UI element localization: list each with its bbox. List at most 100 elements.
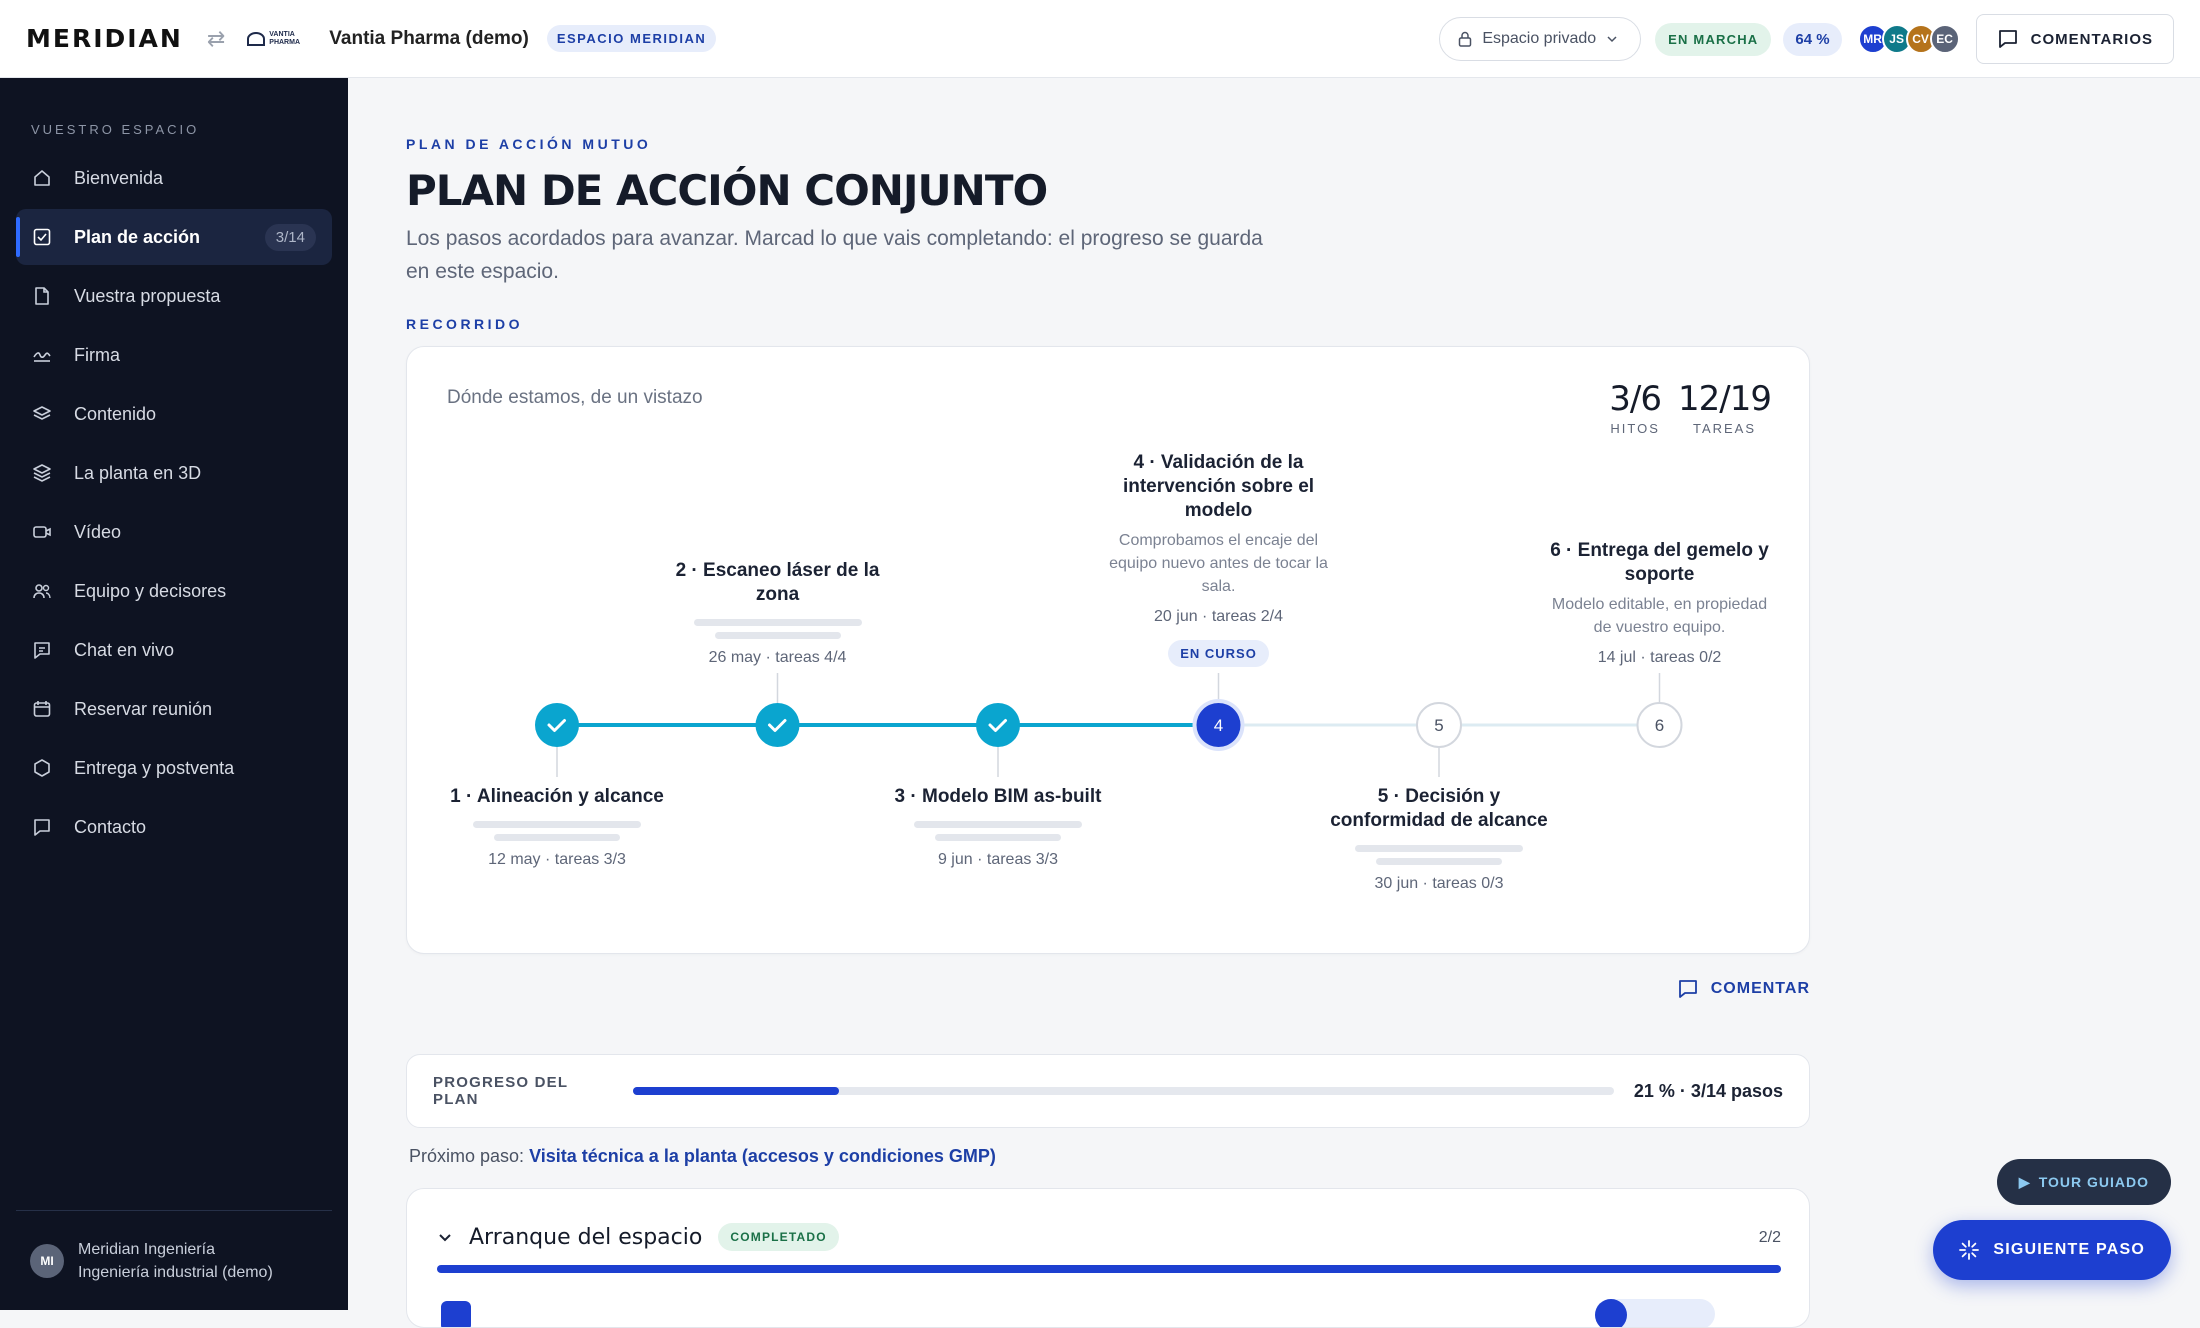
- client-logo-mark-icon: [247, 31, 266, 46]
- guided-tour-button[interactable]: ▶ TOUR GUIADO: [1996, 1159, 2171, 1205]
- sidebar-item-equipo[interactable]: Equipo y decisores: [16, 563, 332, 619]
- sidebar-item-reservar[interactable]: Reservar reunión: [16, 681, 332, 737]
- privacy-dropdown[interactable]: Espacio privado: [1439, 17, 1642, 61]
- milestone-placeholder: [1329, 845, 1549, 865]
- milestone-placeholder: [888, 821, 1108, 841]
- status-badge: EN MARCHA: [1655, 22, 1772, 56]
- next-step-button-label: SIGUIENTE PASO: [1993, 1241, 2145, 1258]
- comments-button[interactable]: COMENTARIOS: [1975, 14, 2174, 64]
- milestone-title: 1 · Alineación y alcance: [450, 786, 664, 807]
- task-checkbox[interactable]: [441, 1301, 471, 1327]
- milestone-label[interactable]: 3 · Modelo BIM as-built 9 jun · tareas 3/…: [888, 785, 1108, 869]
- comment-button[interactable]: COMENTAR: [1677, 978, 1810, 1000]
- milestone-title: 3 · Modelo BIM as-built: [894, 786, 1102, 807]
- document-icon: [32, 286, 52, 306]
- sidebar-item-label: Vuestra propuesta: [74, 285, 221, 306]
- chevron-down-icon: [1607, 36, 1617, 43]
- sparkle-icon: [1959, 1240, 1980, 1260]
- sidebar-item-label: Plan de acción: [74, 226, 201, 247]
- hexagon-icon: [32, 758, 52, 778]
- milestone-node-done: [976, 703, 1020, 747]
- sidebar-item-firma[interactable]: Firma: [16, 327, 332, 383]
- progress-bar: [633, 1087, 1614, 1095]
- chevron-down-icon[interactable]: [437, 1229, 453, 1245]
- signature-icon: [32, 345, 52, 365]
- milestone-label[interactable]: 5 · Decisión y conformidad de alcance 30 …: [1329, 785, 1549, 893]
- sidebar-item-plan-de-accion[interactable]: Plan de acción 3/14: [16, 209, 332, 265]
- milestone-description: Comprobamos el encaje del equipo nuevo a…: [1109, 532, 1328, 595]
- milestone-title: 5 · Decisión y conformidad de alcance: [1330, 786, 1548, 831]
- sidebar-item-contenido[interactable]: Contenido: [16, 386, 332, 442]
- task-toggle-knob[interactable]: [1595, 1299, 1627, 1327]
- swap-icon: ⇄: [206, 25, 226, 51]
- avatar[interactable]: EC: [1929, 24, 1960, 54]
- page-title: PLAN DE ACCIÓN CONJUNTO: [406, 166, 1048, 215]
- sidebar-item-chat[interactable]: Chat en vivo: [16, 622, 332, 678]
- milestone-date: 14 jul · tareas 0/2: [1597, 649, 1722, 666]
- sidebar-item-bienvenida[interactable]: Bienvenida: [16, 150, 332, 206]
- progress-value: 21 % · 3/14 pasos: [1633, 1080, 1783, 1101]
- next-step: Próximo paso: Visita técnica a la planta…: [409, 1146, 996, 1167]
- organization-name: Meridian Ingeniería: [78, 1240, 215, 1258]
- sidebar-item-label: Contacto: [74, 816, 147, 837]
- phase-status-badge: COMPLETADO: [718, 1223, 839, 1251]
- sidebar-item-vuestra-propuesta[interactable]: Vuestra propuesta: [16, 268, 332, 324]
- milestone-label[interactable]: 6 · Entrega del gemelo y soporte Modelo e…: [1550, 539, 1770, 667]
- section-label: RECORRIDO: [406, 316, 524, 332]
- sidebar-item-contacto[interactable]: Contacto: [16, 799, 332, 855]
- next-step-link[interactable]: Visita técnica a la planta (accesos y co…: [529, 1146, 996, 1166]
- sidebar-heading: VUESTRO ESPACIO: [31, 122, 200, 137]
- next-step-prefix: Próximo paso:: [409, 1146, 525, 1166]
- milestone-date: 30 jun · tareas 0/3: [1374, 875, 1504, 892]
- sidebar-item-label: Firma: [74, 344, 120, 365]
- brand-logo[interactable]: MERIDIAN: [26, 24, 183, 53]
- next-step-button[interactable]: SIGUIENTE PASO: [1933, 1220, 2171, 1280]
- privacy-label: Espacio privado: [1482, 30, 1597, 47]
- phase-header[interactable]: Arranque del espacio COMPLETADO: [437, 1223, 839, 1251]
- message-icon: [32, 817, 52, 837]
- sidebar-item-label: Chat en vivo: [74, 639, 175, 660]
- milestone-status-badge: EN CURSO: [1168, 640, 1269, 667]
- sidebar-item-label: Entrega y postventa: [74, 757, 235, 778]
- sidebar-item-video[interactable]: Vídeo: [16, 504, 332, 560]
- milestone-number: 4: [1214, 716, 1223, 735]
- milestone-number: 5: [1434, 716, 1443, 735]
- space-badge: ESPACIO MERIDIAN: [546, 25, 717, 52]
- chat-icon: [32, 640, 52, 660]
- stack-3d-icon: [32, 463, 52, 483]
- layers-icon: [32, 404, 52, 424]
- avatar: MI: [30, 1243, 64, 1278]
- overview-card: Dónde estamos, de un vistazo 3/6 HITOS 1…: [406, 346, 1810, 954]
- phase-progress-bar: [437, 1265, 1781, 1273]
- phase-title: Arranque del espacio: [469, 1224, 703, 1250]
- milestone-title: 6 · Entrega del gemelo y soporte: [1550, 540, 1769, 585]
- sidebar-item-label: Bienvenida: [74, 167, 164, 188]
- milestone-node-done: [755, 703, 800, 747]
- organization-info: Meridian Ingeniería Ingeniería industria…: [78, 1238, 273, 1284]
- milestone-placeholder: [447, 821, 667, 841]
- sidebar-item-label: La planta en 3D: [74, 462, 202, 483]
- sidebar-item-entrega[interactable]: Entrega y postventa: [16, 740, 332, 796]
- organization-subtitle: Ingeniería industrial (demo): [78, 1263, 273, 1281]
- sidebar-nav: Bienvenida Plan de acción 3/14 Vuestra p…: [16, 150, 332, 858]
- lock-icon: [1459, 31, 1472, 47]
- milestone-label[interactable]: 1 · Alineación y alcance 12 may · tareas …: [447, 785, 667, 869]
- sidebar: VUESTRO ESPACIO Bienvenida Plan de acció…: [0, 78, 348, 1310]
- comments-label: COMENTARIOS: [2030, 30, 2153, 48]
- avatar-group[interactable]: MR JS CV EC: [1857, 24, 1960, 54]
- progress-label: PROGRESO DEL PLAN: [433, 1074, 568, 1108]
- comment-icon: [1998, 30, 2017, 48]
- top-right-controls: Espacio privado EN MARCHA 64 % MR JS CV …: [1439, 14, 2174, 64]
- video-icon: [32, 522, 52, 542]
- sidebar-item-label: Equipo y decisores: [74, 580, 227, 601]
- milestone-label[interactable]: 4 · Validación de la intervención sobre …: [1109, 451, 1329, 667]
- milestone-date: 12 may · tareas 3/3: [488, 851, 626, 868]
- progress-bar-fill: [633, 1087, 839, 1095]
- sidebar-item-label: Contenido: [74, 403, 157, 424]
- checklist-icon: [32, 227, 52, 247]
- sidebar-footer[interactable]: MI Meridian Ingeniería Ingeniería indust…: [16, 1210, 332, 1310]
- phase-card: Arranque del espacio COMPLETADO 2/2: [406, 1188, 1810, 1328]
- guided-tour-label: TOUR GUIADO: [2038, 1174, 2149, 1190]
- sidebar-item-planta-3d[interactable]: La planta en 3D: [16, 445, 332, 501]
- milestone-label[interactable]: 2 · Escaneo láser de la zona 26 may · tar…: [668, 559, 888, 667]
